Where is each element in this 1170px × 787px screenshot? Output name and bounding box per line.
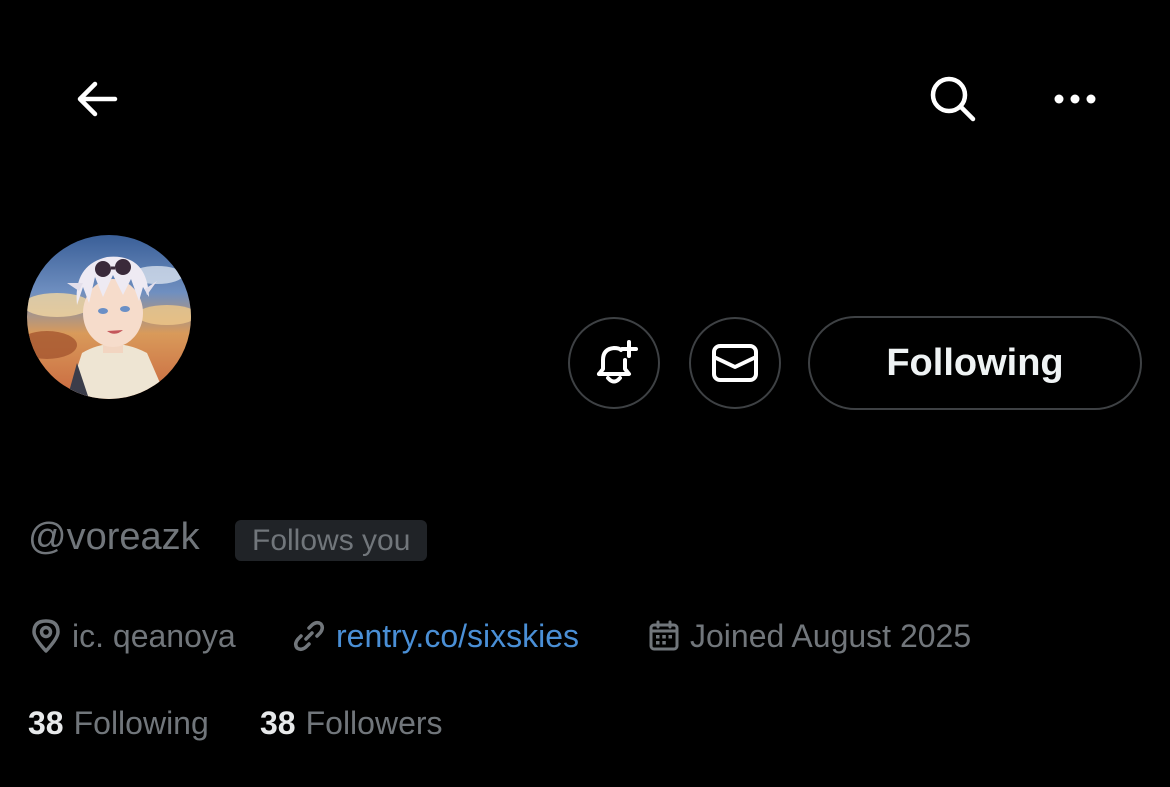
follows-you-badge: Follows you — [235, 520, 428, 561]
bell-plus-icon — [597, 340, 638, 384]
following-count: 38 — [28, 705, 64, 741]
website-link[interactable]: rentry.co/sixskies — [336, 618, 579, 655]
more-options-button[interactable] — [1046, 74, 1104, 124]
profile-location: ic. qeanoya — [30, 616, 236, 656]
followers-label: Followers — [305, 705, 443, 741]
following-button[interactable]: Following — [808, 316, 1142, 410]
profile-handle: @voreazk — [28, 516, 200, 558]
profile-joined-date: Joined August 2025 — [648, 616, 971, 656]
avatar[interactable] — [27, 235, 191, 399]
followers-count: 38 — [260, 705, 296, 741]
envelope-icon — [712, 344, 758, 382]
more-horizontal-icon — [1054, 94, 1096, 104]
anime-avatar-image — [27, 235, 191, 399]
message-button[interactable] — [689, 317, 781, 409]
joined-text: Joined August 2025 — [690, 617, 972, 654]
search-icon — [930, 76, 976, 122]
back-button[interactable] — [70, 74, 124, 124]
followers-count-link[interactable]: 38 Followers — [260, 702, 443, 744]
search-button[interactable] — [924, 72, 982, 126]
arrow-left-icon — [77, 81, 118, 117]
location-pin-icon — [30, 618, 62, 654]
notifications-button[interactable] — [568, 317, 660, 409]
profile-website[interactable]: rentry.co/sixskies — [292, 616, 579, 656]
following-label: Following — [73, 705, 209, 741]
calendar-icon — [648, 620, 680, 652]
location-text: ic. qeanoya — [72, 617, 236, 654]
link-icon — [292, 619, 326, 653]
following-count-link[interactable]: 38 Following — [28, 702, 209, 744]
